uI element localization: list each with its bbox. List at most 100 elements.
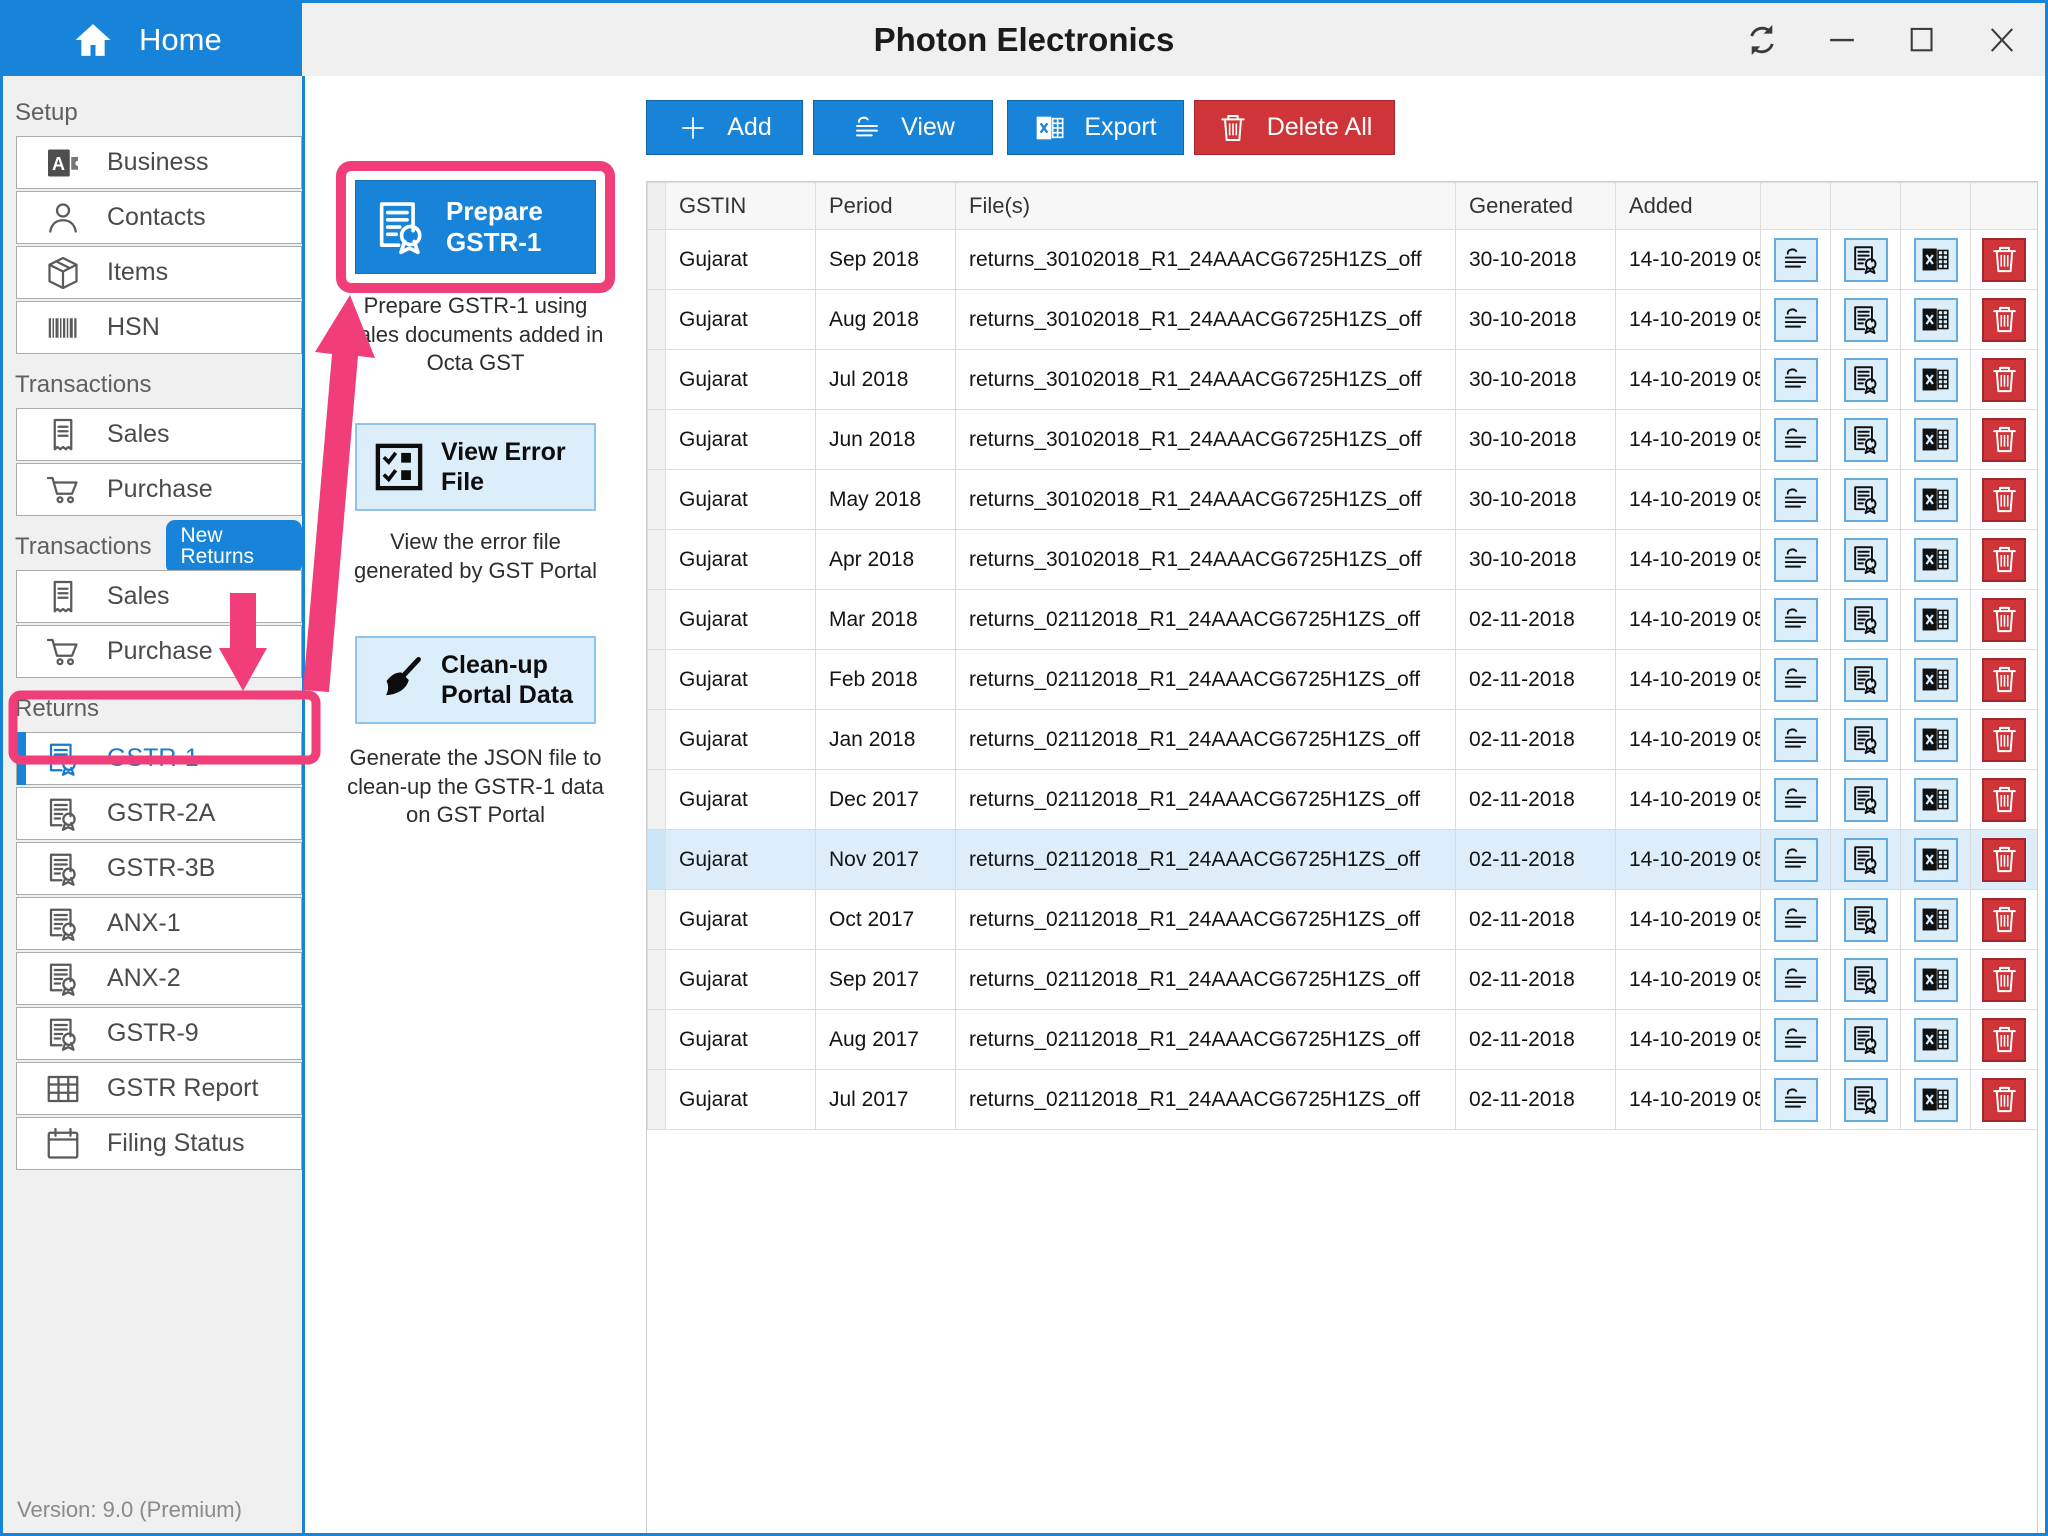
row-excel-button[interactable] [1914,1018,1958,1062]
row-selector[interactable] [648,1070,666,1130]
row-trash-button[interactable] [1982,298,2026,342]
row-certificate-button[interactable] [1844,898,1888,942]
row-selector[interactable] [648,950,666,1010]
row-trash-button[interactable] [1982,418,2026,462]
row-selector[interactable] [648,410,666,470]
table-row[interactable]: GujaratFeb 2018returns_02112018_R1_24AAA… [648,650,2038,710]
column-header-period[interactable]: Period [816,183,956,230]
row-certificate-button[interactable] [1844,538,1888,582]
sidebar-item-anx-1[interactable]: ANX-1 [16,897,302,950]
row-excel-button[interactable] [1914,718,1958,762]
row-certificate-button[interactable] [1844,478,1888,522]
row-certificate-button[interactable] [1844,358,1888,402]
table-row[interactable]: GujaratNov 2017returns_02112018_R1_24AAA… [648,830,2038,890]
home-button[interactable]: Home [3,3,302,76]
table-row[interactable]: GujaratJul 2017returns_02112018_R1_24AAA… [648,1070,2038,1130]
row-excel-button[interactable] [1914,958,1958,1002]
row-trash-button[interactable] [1982,478,2026,522]
table-row[interactable]: GujaratApr 2018returns_30102018_R1_24AAA… [648,530,2038,590]
row-view-lines-button[interactable] [1774,718,1818,762]
row-selector[interactable] [648,470,666,530]
row-view-lines-button[interactable] [1774,1078,1818,1122]
row-view-lines-button[interactable] [1774,898,1818,942]
row-view-lines-button[interactable] [1774,958,1818,1002]
table-row[interactable]: GujaratMay 2018returns_30102018_R1_24AAA… [648,470,2038,530]
row-trash-button[interactable] [1982,358,2026,402]
row-excel-button[interactable] [1914,778,1958,822]
row-certificate-button[interactable] [1844,658,1888,702]
row-selector[interactable] [648,830,666,890]
row-selector[interactable] [648,710,666,770]
row-excel-button[interactable] [1914,238,1958,282]
row-excel-button[interactable] [1914,298,1958,342]
sidebar-item-purchase[interactable]: Purchase [16,625,302,678]
export-button[interactable]: Export [1007,100,1184,155]
sidebar-item-filing-status[interactable]: Filing Status [16,1117,302,1170]
row-selector[interactable] [648,230,666,290]
row-excel-button[interactable] [1914,898,1958,942]
cleanup-portal-data-button[interactable]: Clean-up Portal Data [355,636,596,724]
row-view-lines-button[interactable] [1774,478,1818,522]
row-trash-button[interactable] [1982,958,2026,1002]
sidebar-item-gstr-report[interactable]: GSTR Report [16,1062,302,1115]
row-certificate-button[interactable] [1844,958,1888,1002]
sidebar-item-sales[interactable]: Sales [16,408,302,461]
sidebar-item-business[interactable]: ABusiness [16,136,302,189]
column-header-gstin[interactable]: GSTIN [666,183,816,230]
row-certificate-button[interactable] [1844,298,1888,342]
sidebar-item-anx-2[interactable]: ANX-2 [16,952,302,1005]
row-selector[interactable] [648,650,666,710]
row-selector[interactable] [648,530,666,590]
row-trash-button[interactable] [1982,658,2026,702]
row-selector[interactable] [648,770,666,830]
row-trash-button[interactable] [1982,778,2026,822]
sidebar-item-purchase[interactable]: Purchase [16,463,302,516]
sidebar-item-gstr-1[interactable]: GSTR-1 [16,732,302,785]
row-trash-button[interactable] [1982,538,2026,582]
row-selector[interactable] [648,590,666,650]
table-row[interactable]: GujaratDec 2017returns_02112018_R1_24AAA… [648,770,2038,830]
row-trash-button[interactable] [1982,838,2026,882]
row-view-lines-button[interactable] [1774,358,1818,402]
refresh-icon[interactable] [1741,19,1783,61]
row-view-lines-button[interactable] [1774,538,1818,582]
add-button[interactable]: Add [646,100,803,155]
row-certificate-button[interactable] [1844,838,1888,882]
table-row[interactable]: GujaratOct 2017returns_02112018_R1_24AAA… [648,890,2038,950]
table-row[interactable]: GujaratSep 2018returns_30102018_R1_24AAA… [648,230,2038,290]
row-certificate-button[interactable] [1844,238,1888,282]
row-selector[interactable] [648,890,666,950]
row-certificate-button[interactable] [1844,1078,1888,1122]
row-excel-button[interactable] [1914,1078,1958,1122]
prepare-gstr1-button[interactable]: Prepare GSTR-1 [355,180,596,274]
row-view-lines-button[interactable] [1774,238,1818,282]
view-button[interactable]: View [813,100,993,155]
table-row[interactable]: GujaratAug 2017returns_02112018_R1_24AAA… [648,1010,2038,1070]
maximize-icon[interactable] [1901,19,1943,61]
row-excel-button[interactable] [1914,358,1958,402]
sidebar-item-contacts[interactable]: Contacts [16,191,302,244]
table-row[interactable]: GujaratJul 2018returns_30102018_R1_24AAA… [648,350,2038,410]
row-trash-button[interactable] [1982,718,2026,762]
row-excel-button[interactable] [1914,658,1958,702]
row-certificate-button[interactable] [1844,718,1888,762]
sidebar-item-gstr-2a[interactable]: GSTR-2A [16,787,302,840]
table-row[interactable]: GujaratMar 2018returns_02112018_R1_24AAA… [648,590,2038,650]
row-view-lines-button[interactable] [1774,1018,1818,1062]
row-trash-button[interactable] [1982,898,2026,942]
sidebar-item-gstr-3b[interactable]: GSTR-3B [16,842,302,895]
row-excel-button[interactable] [1914,538,1958,582]
row-trash-button[interactable] [1982,1078,2026,1122]
row-excel-button[interactable] [1914,598,1958,642]
row-certificate-button[interactable] [1844,778,1888,822]
row-view-lines-button[interactable] [1774,658,1818,702]
row-excel-button[interactable] [1914,418,1958,462]
sidebar-item-hsn[interactable]: HSN [16,301,302,354]
row-excel-button[interactable] [1914,838,1958,882]
table-row[interactable]: GujaratAug 2018returns_30102018_R1_24AAA… [648,290,2038,350]
row-view-lines-button[interactable] [1774,298,1818,342]
sidebar-item-items[interactable]: Items [16,246,302,299]
row-excel-button[interactable] [1914,478,1958,522]
row-selector[interactable] [648,290,666,350]
row-view-lines-button[interactable] [1774,838,1818,882]
